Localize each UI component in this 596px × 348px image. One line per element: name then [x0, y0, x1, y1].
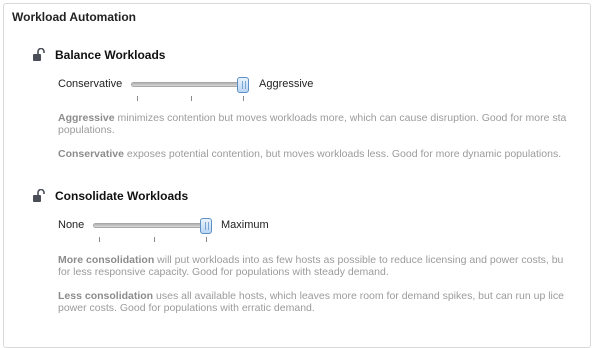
- description-term: More consolidation: [58, 254, 155, 266]
- balance-slider[interactable]: [131, 82, 248, 87]
- slider-max-label: Maximum: [221, 219, 269, 231]
- slider-tick: [191, 96, 192, 101]
- description-text: for less responsive capacity. Good for p…: [58, 266, 389, 278]
- slider-fill: [132, 83, 247, 86]
- description-text: exposes potential contention, but moves …: [123, 148, 562, 160]
- slider-tick: [99, 237, 100, 242]
- slider-min-label: None: [58, 219, 85, 231]
- section-title: Balance Workloads: [55, 48, 166, 62]
- description-text: will put workloads into as few hosts as …: [154, 254, 564, 266]
- slider-tick: [206, 237, 207, 242]
- conservative-description: Conservative exposes potential contentio…: [58, 148, 590, 160]
- unlocked-padlock-icon[interactable]: [32, 47, 46, 62]
- slider-tick: [243, 96, 244, 101]
- slider-max-label: Aggressive: [259, 78, 314, 90]
- section-title: Consolidate Workloads: [55, 189, 189, 203]
- description-term: Less consolidation: [58, 290, 154, 302]
- slider-min-label: Conservative: [58, 78, 123, 90]
- description-text: minimizes contention but moves workloads…: [114, 112, 567, 124]
- unlocked-padlock-icon[interactable]: [32, 188, 46, 203]
- more-consolidation-description: More consolidation will put workloads in…: [58, 254, 590, 278]
- description-text: power costs. Good for populations with e…: [58, 302, 315, 314]
- consolidate-slider-thumb[interactable]: [200, 218, 212, 234]
- slider-fill: [94, 224, 208, 227]
- panel-title: Workload Automation: [12, 10, 136, 24]
- workload-automation-panel: Workload Automation Balance Workloads Co…: [3, 3, 591, 348]
- balance-slider-thumb[interactable]: [237, 77, 249, 93]
- slider-tick: [154, 237, 155, 242]
- slider-tick: [137, 96, 138, 101]
- consolidate-slider[interactable]: [93, 223, 209, 228]
- description-term: Conservative: [58, 148, 124, 160]
- description-text: uses all available hosts, which leaves m…: [153, 290, 564, 302]
- description-text: populations.: [58, 124, 115, 136]
- aggressive-description: Aggressive minimizes contention but move…: [58, 112, 590, 136]
- description-term: Aggressive: [58, 112, 115, 124]
- less-consolidation-description: Less consolidation uses all available ho…: [58, 290, 590, 314]
